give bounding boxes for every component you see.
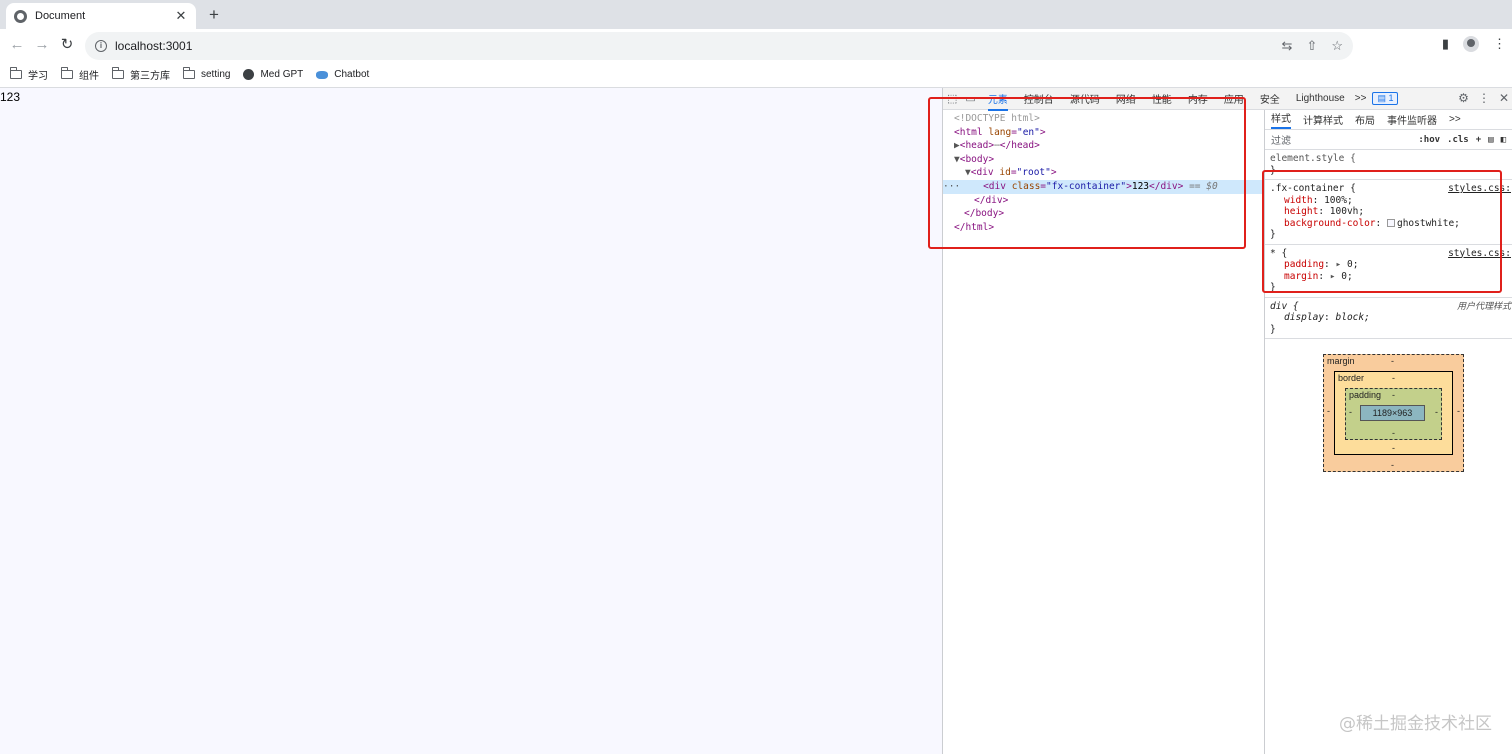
margin-bottom-value: - [1391,460,1394,470]
folder-icon [10,67,22,79]
styles-filter-row: 过滤 :hov .cls + ▤ ◧ [1265,130,1512,150]
margin-left-value: - [1327,406,1330,416]
tab-strip: Document ✕ + [0,0,1512,29]
more-tabs-button[interactable]: >> [1355,93,1367,104]
bookmark-item[interactable]: 第三方库 [112,67,170,82]
address-bar[interactable]: i localhost:3001 ⇆ ⇧ ☆ [85,32,1353,60]
issues-count: 1 [1388,93,1394,103]
translate-icon[interactable]: ⇆ [1282,38,1293,54]
info-icon[interactable]: i [95,40,107,52]
toolbar-right: ▮ ⋮ [1442,36,1506,52]
avatar[interactable] [1463,36,1479,52]
page-viewport: 123 [0,88,942,754]
padding-left-value: - [1349,407,1352,417]
tab-event-listeners[interactable]: 事件监听器 [1387,112,1437,127]
bookmark-item[interactable]: 组件 [61,67,99,82]
margin-right-value: - [1457,406,1460,416]
more-styles-tabs-button[interactable]: >> [1449,114,1461,125]
close-icon[interactable]: ✕ [1499,91,1509,105]
padding-right-value: - [1435,407,1438,417]
share-icon[interactable]: ⇧ [1306,38,1317,54]
prop-name: display [1284,312,1325,323]
tab-computed[interactable]: 计算样式 [1303,112,1343,127]
globe-icon [14,9,27,23]
tab-security[interactable]: 安全 [1260,91,1280,106]
devtools-actions: ⚙ ⋮ ✕ [1458,91,1509,105]
rule-source-label: 用户代理样式 [1456,300,1511,311]
tab-lighthouse[interactable]: Lighthouse [1296,93,1345,104]
add-rule-icon[interactable]: + [1476,135,1481,145]
paint-icon[interactable]: ▤ [1488,135,1493,145]
menu-icon[interactable]: ⋮ [1478,91,1490,105]
annotation-box-elements [928,97,1246,249]
menu-icon[interactable]: ⋮ [1493,36,1506,52]
padding-label: padding [1349,390,1382,400]
border-bottom-value: - [1392,443,1395,453]
bookmark-item[interactable]: setting [183,67,231,80]
tab-layout[interactable]: 布局 [1355,112,1375,127]
box-model-border[interactable]: border - - padding - - - - 1189×963 [1334,371,1453,455]
prop-value: block; [1335,312,1370,323]
cls-toggle[interactable]: .cls [1447,135,1469,145]
bookmark-label: 学习 [28,71,48,82]
page-content-text: 123 [0,90,21,104]
gear-icon[interactable]: ⚙ [1458,91,1469,105]
bookmark-label: Chatbot [334,69,370,80]
address-bar-actions: ⇆ ⇧ ☆ [1282,38,1343,54]
border-top-value: - [1392,373,1395,383]
browser-toolbar: ← → ↻ i localhost:3001 ⇆ ⇧ ☆ ▮ ⋮ [0,29,1512,62]
box-model-padding[interactable]: padding - - - - 1189×963 [1345,388,1442,440]
folder-icon [61,67,73,79]
padding-top-value: - [1392,390,1395,400]
bookmark-item[interactable]: 学习 [10,67,48,82]
rule-close: } [1270,323,1276,335]
side-panel-icon[interactable]: ▮ [1442,36,1449,52]
star-icon[interactable]: ☆ [1331,38,1343,54]
bookmark-label: 组件 [79,71,99,82]
tab-title: Document [35,10,86,22]
user-agent-rule[interactable]: 用户代理样式 div { display: block; } [1265,298,1512,339]
margin-label: margin [1327,356,1355,366]
margin-top-value: - [1391,356,1394,366]
close-icon[interactable]: ✕ [174,8,188,24]
bookmark-label: Med GPT [260,69,304,80]
sidebar-toggle-icon[interactable]: ◧ [1501,135,1506,145]
url-text[interactable]: localhost:3001 [115,39,192,53]
bot-icon [316,70,329,79]
box-model-content[interactable]: 1189×963 [1360,405,1425,421]
hov-toggle[interactable]: :hov [1418,135,1440,145]
forward-icon[interactable]: → [32,35,52,55]
bookmark-item[interactable]: Med GPT [243,69,303,80]
bookmarks-bar: 学习 组件 第三方库 setting Med GPT Chatbot [0,62,1512,88]
folder-icon [112,67,124,79]
rule-selector: element.style { [1270,153,1356,164]
tab-styles[interactable]: 样式 [1271,110,1291,129]
browser-tab[interactable]: Document ✕ [6,3,196,29]
bookmark-item[interactable]: Chatbot [316,69,369,80]
reload-icon[interactable]: ↻ [57,35,77,55]
new-tab-button[interactable]: + [205,5,223,25]
folder-icon [183,67,195,79]
watermark: @稀土掘金技术社区 [1339,714,1492,734]
filter-input[interactable]: 过滤 [1271,132,1418,147]
issues-badge[interactable]: ▤ 1 [1372,92,1399,105]
css-property: display: block; [1284,312,1370,323]
bookmark-label: 第三方库 [130,71,170,82]
annotation-box-styles [1262,170,1502,293]
box-model-margin[interactable]: margin - - - - border - - padding - - - … [1323,354,1464,472]
border-label: border [1338,373,1365,383]
globe-icon [243,69,255,80]
padding-bottom-value: - [1392,428,1395,438]
bookmark-label: setting [201,69,231,80]
back-icon[interactable]: ← [7,35,27,55]
styles-tabs: 样式 计算样式 布局 事件监听器 >> [1265,110,1512,130]
